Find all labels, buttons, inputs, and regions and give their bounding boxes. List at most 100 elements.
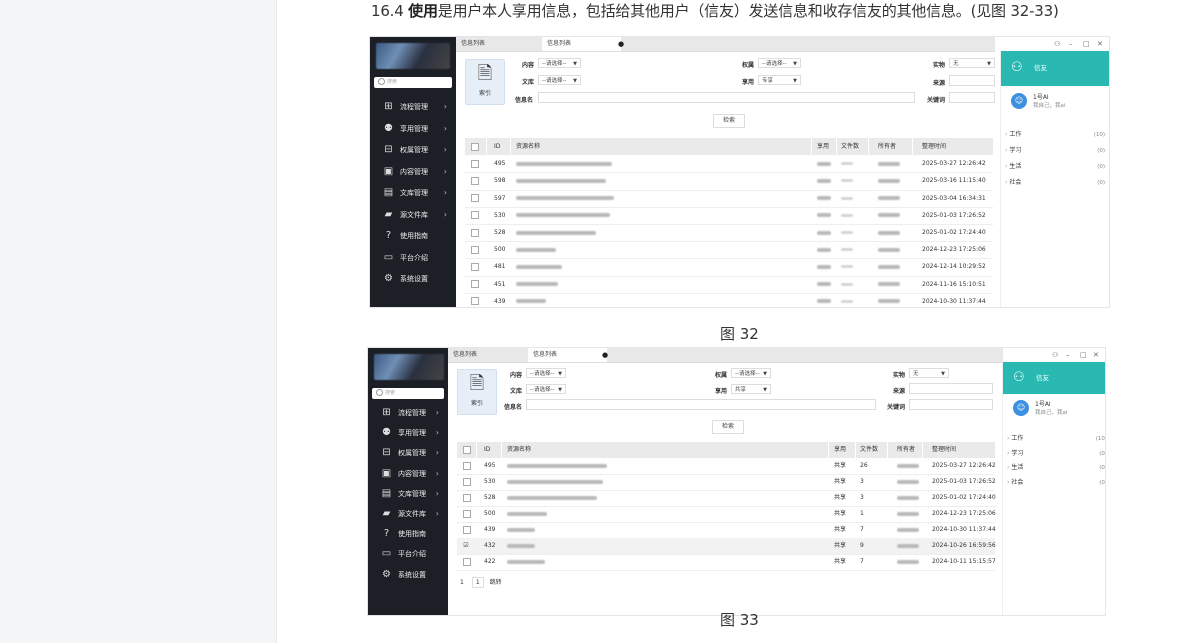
keyword-input[interactable]	[909, 399, 993, 410]
owner-select[interactable]: --请选择-- ▼	[758, 58, 801, 68]
row-checkbox[interactable]	[463, 458, 471, 474]
checkbox[interactable]	[471, 280, 479, 289]
table-row[interactable]: 481 2024-12-14 10:29:52	[465, 258, 993, 277]
page-input[interactable]: 1	[471, 577, 484, 588]
sidebar-item-4[interactable]: ▤ 文库管理 ›	[370, 183, 456, 203]
checkbox[interactable]	[463, 509, 471, 518]
friend-group-3[interactable]: › 社会(0)	[1005, 177, 1105, 189]
row-checkbox[interactable]	[463, 554, 471, 570]
sidebar-item-3[interactable]: ▣ 内容管理 ›	[368, 464, 448, 484]
row-name-redacted[interactable]	[516, 207, 610, 224]
source-input[interactable]	[909, 383, 993, 394]
table-row[interactable]: 528 共享 3 2025-01-02 17:24:40	[457, 490, 996, 507]
table-row[interactable]: ☑ 432 共享 9 2024-10-26 16:59:56	[457, 538, 996, 555]
row-checkbox[interactable]	[471, 293, 479, 307]
row-checkbox[interactable]	[471, 258, 479, 275]
table-row[interactable]: 500 2024-12-23 17:25:06	[465, 241, 993, 260]
index-button[interactable]: 🗎 索引	[457, 369, 497, 415]
checkbox[interactable]	[471, 142, 479, 151]
row-name-redacted[interactable]	[516, 155, 612, 172]
row-checkbox[interactable]	[463, 490, 471, 506]
table-row[interactable]: 598 2025-03-16 11:15:40	[465, 172, 993, 191]
sidebar-item-6[interactable]: ? 使用指南	[368, 524, 448, 544]
tab-info-list-active[interactable]: 信息列表	[542, 37, 621, 51]
row-name-redacted[interactable]	[507, 458, 607, 474]
row-checkbox[interactable]	[463, 506, 471, 522]
checkbox[interactable]	[463, 445, 471, 454]
info-name-input[interactable]	[538, 92, 915, 103]
table-row[interactable]: 530 共享 3 2025-01-03 17:26:52	[457, 474, 996, 491]
sidebar-search-input[interactable]: 搜索	[374, 77, 452, 88]
row-name-redacted[interactable]	[516, 224, 596, 241]
object-select[interactable]: 无 ▼	[909, 368, 949, 378]
sidebar-item-2[interactable]: ⊟ 权属管理 ›	[368, 443, 448, 463]
maximize-icon[interactable]: □	[1083, 37, 1090, 51]
checkbox[interactable]	[471, 159, 479, 168]
checkbox[interactable]	[471, 176, 479, 185]
friend-group-2[interactable]: › 生活(0)	[1005, 161, 1105, 173]
info-name-input[interactable]	[526, 399, 876, 410]
row-checkbox[interactable]	[471, 190, 479, 207]
row-name-redacted[interactable]	[507, 490, 597, 506]
row-checkbox[interactable]	[471, 207, 479, 224]
row-checkbox[interactable]	[471, 224, 479, 241]
row-name-redacted[interactable]	[507, 506, 547, 522]
page-jump-button[interactable]: 跳转	[490, 579, 502, 586]
checkbox[interactable]	[471, 262, 479, 271]
search-button[interactable]: 检索	[712, 420, 744, 434]
share-select[interactable]: 专享 ▼	[758, 75, 801, 85]
close-icon[interactable]: ✕	[1093, 348, 1099, 362]
row-checkbox[interactable]	[463, 522, 471, 538]
row-name-redacted[interactable]	[516, 241, 556, 258]
close-tab-icon[interactable]: ●	[618, 37, 624, 51]
object-select[interactable]: 无 ▼	[949, 58, 995, 68]
select-all-checkbox[interactable]	[463, 442, 471, 458]
sidebar-item-0[interactable]: ⊞ 流程管理 ›	[368, 403, 448, 423]
sidebar-item-1[interactable]: ⚉ 享用管理 ›	[370, 119, 456, 139]
maximize-icon[interactable]: □	[1080, 348, 1087, 362]
page-current[interactable]: 1	[460, 579, 464, 586]
sidebar-item-3[interactable]: ▣ 内容管理 ›	[370, 162, 456, 182]
close-icon[interactable]: ✕	[1097, 37, 1103, 51]
row-checkbox[interactable]	[471, 241, 479, 258]
friend-group-2[interactable]: › 生活(0)	[1007, 462, 1105, 474]
checkbox[interactable]	[471, 297, 479, 306]
row-name-redacted[interactable]	[507, 554, 545, 570]
table-row[interactable]: 528 2025-01-02 17:24:40	[465, 224, 993, 243]
checkbox[interactable]	[471, 228, 479, 237]
checkbox[interactable]	[463, 525, 471, 534]
table-row[interactable]: 451 2024-11-16 15:10:51	[465, 276, 993, 294]
share-select[interactable]: 共享 ▼	[731, 384, 771, 394]
checkbox[interactable]	[471, 245, 479, 254]
table-row[interactable]: 439 共享 7 2024-10-30 11:37:44	[457, 522, 996, 539]
table-row[interactable]: 422 共享 7 2024-10-11 15:15:57	[457, 554, 996, 571]
tab-info-list[interactable]: 信息列表	[456, 37, 541, 51]
sidebar-item-1[interactable]: ⚉ 享用管理 ›	[368, 423, 448, 443]
row-name-redacted[interactable]	[507, 538, 535, 554]
select-all-checkbox[interactable]	[471, 138, 479, 155]
table-row[interactable]: 495 共享 26 2025-03-27 12:26:42	[457, 458, 996, 475]
ai-avatar[interactable]: ☺	[1013, 400, 1029, 416]
sidebar-item-7[interactable]: ▭ 平台介绍	[370, 248, 456, 268]
checkbox[interactable]	[471, 194, 479, 203]
library-select[interactable]: --请选择-- ▼	[538, 75, 581, 85]
owner-select[interactable]: --请选择-- ▼	[731, 368, 771, 378]
sidebar-item-2[interactable]: ⊟ 权属管理 ›	[370, 140, 456, 160]
index-button[interactable]: 🗎 索引	[465, 59, 505, 105]
source-input[interactable]	[949, 75, 995, 86]
user-icon[interactable]: ⚇	[1054, 37, 1060, 51]
friend-group-1[interactable]: › 学习(0)	[1005, 145, 1105, 157]
sidebar-item-7[interactable]: ▭ 平台介绍	[368, 544, 448, 564]
table-row[interactable]: 597 2025-03-04 16:34:31	[465, 190, 993, 208]
row-checkbox[interactable]	[463, 474, 471, 490]
sidebar-item-6[interactable]: ? 使用指南	[370, 226, 456, 246]
user-icon[interactable]: ⚇	[1052, 348, 1058, 362]
friend-group-3[interactable]: › 社会(0)	[1007, 477, 1105, 489]
row-name-redacted[interactable]	[516, 172, 606, 189]
content-select[interactable]: --请选择-- ▼	[538, 58, 581, 68]
row-name-redacted[interactable]	[516, 276, 558, 293]
tab-info-list[interactable]: 信息列表	[448, 348, 527, 362]
checkbox[interactable]	[463, 477, 471, 486]
row-name-redacted[interactable]	[516, 293, 546, 307]
minimize-icon[interactable]: –	[1066, 348, 1070, 362]
